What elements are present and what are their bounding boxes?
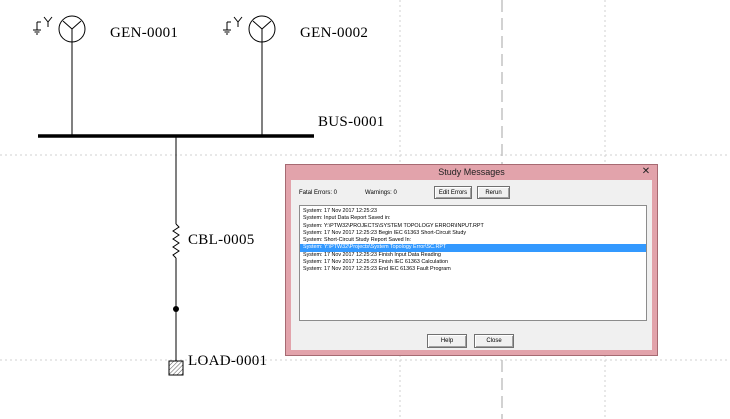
rerun-button[interactable]: Rerun [477, 186, 510, 199]
edit-errors-button[interactable]: Edit Errors [434, 186, 472, 199]
message-line[interactable]: System: 17 Nov 2017 12:25:23 Finish IEC … [300, 259, 646, 266]
connection-node [173, 306, 179, 312]
message-line[interactable]: System: 17 Nov 2017 12:25:23 [300, 208, 646, 215]
load-label: LOAD-0001 [188, 353, 268, 369]
fatal-errors-count: Fatal Errors: 0 [299, 190, 338, 196]
cable-cbl-0005[interactable] [172, 137, 180, 361]
message-line[interactable]: System: Input Data Report Saved in: [300, 215, 646, 222]
message-line[interactable]: System: Y:\PTW32\PROJECTS\SYSTEM TOPOLOG… [300, 223, 646, 230]
dialog-title: Study Messages [438, 167, 505, 177]
generator-gen-0001[interactable] [33, 15, 86, 136]
ground-wye-icon [33, 16, 53, 35]
help-button[interactable]: Help [427, 334, 467, 348]
dialog-body: Fatal Errors: 0 Warnings: 0 Edit Errors … [291, 180, 652, 350]
ground-wye-icon [223, 16, 243, 35]
messages-list[interactable]: System: 17 Nov 2017 12:25:23 System: Inpu… [299, 205, 647, 321]
generator-gen-0002[interactable] [223, 15, 276, 136]
message-line[interactable]: System: Y:\PTW32\Projects\System Topolog… [300, 244, 646, 252]
message-line[interactable]: System: 17 Nov 2017 12:25:23 Finish Inpu… [300, 252, 646, 259]
generator-label-gen-0001: GEN-0001 [110, 25, 179, 41]
message-line[interactable]: System: 17 Nov 2017 12:25:23 Begin IEC 6… [300, 230, 646, 237]
warnings-count: Warnings: 0 [365, 190, 397, 196]
message-line[interactable]: System: 17 Nov 2017 12:25:23 End IEC 613… [300, 266, 646, 273]
generator-label-gen-0002: GEN-0002 [300, 25, 369, 41]
cable-label: CBL-0005 [188, 232, 255, 248]
study-messages-dialog: Study Messages ✕ Fatal Errors: 0 Warning… [285, 164, 658, 356]
message-line[interactable]: System: Short-Circuit Study Report Saved… [300, 237, 646, 244]
close-icon[interactable]: ✕ [639, 166, 653, 178]
load-symbol[interactable] [168, 360, 184, 376]
close-button[interactable]: Close [474, 334, 514, 348]
bus-label: BUS-0001 [318, 114, 385, 130]
